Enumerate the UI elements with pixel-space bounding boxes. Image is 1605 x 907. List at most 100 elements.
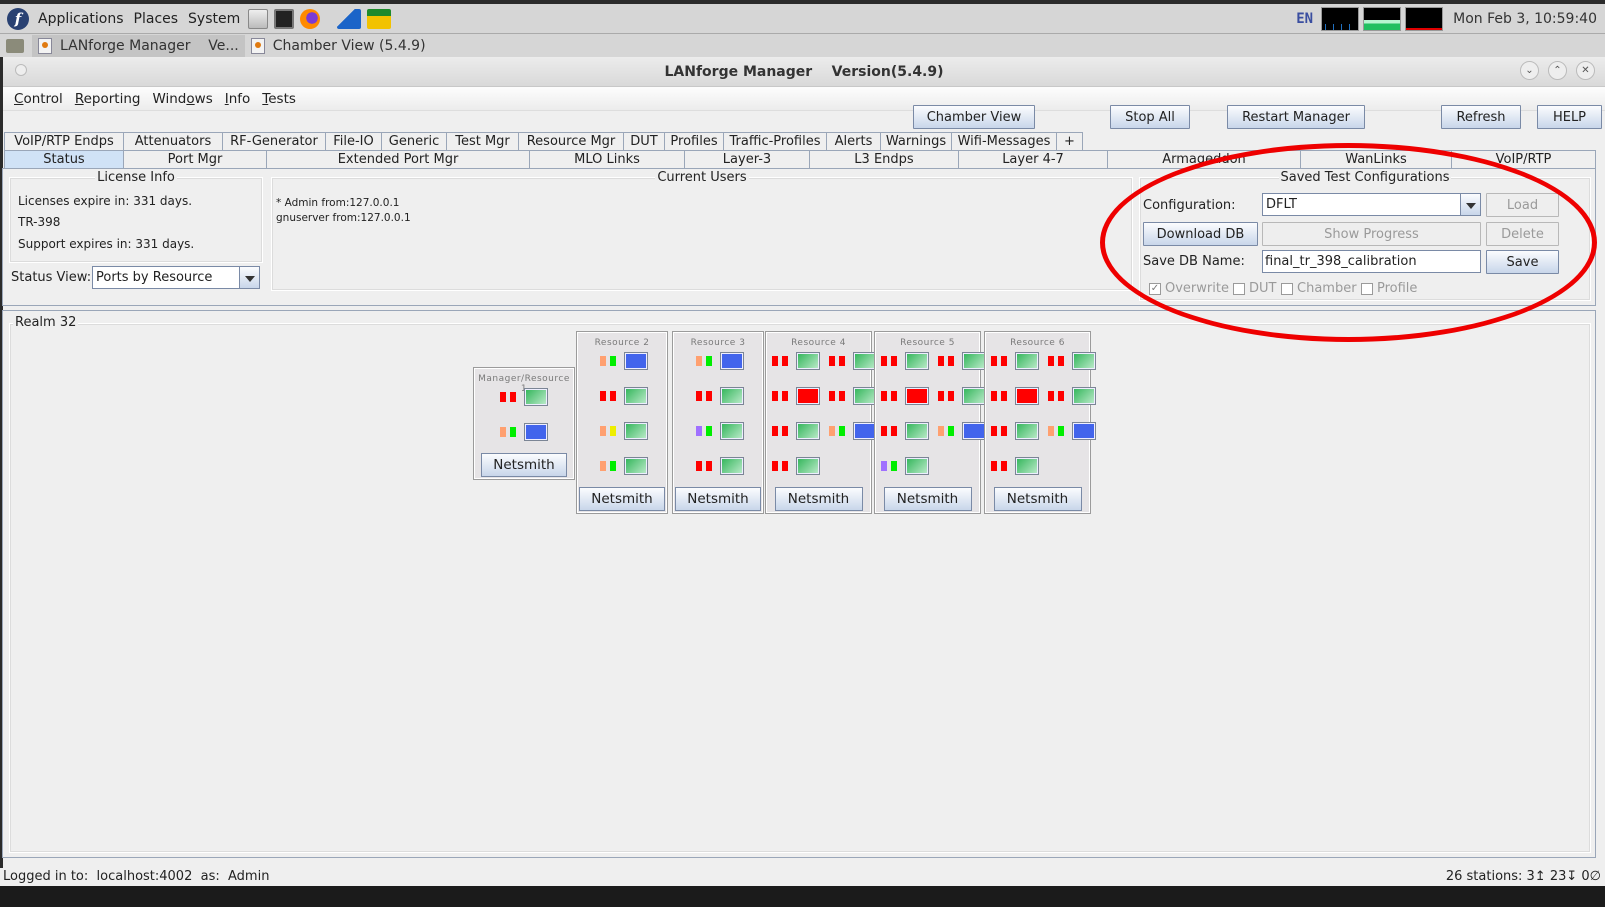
tab-profiles[interactable]: Profiles — [664, 132, 724, 150]
save-button[interactable]: Save — [1486, 250, 1559, 274]
port-icon[interactable] — [624, 457, 648, 475]
tab-l3-endps[interactable]: L3 Endps — [809, 150, 959, 168]
wireshark-icon[interactable] — [337, 8, 362, 29]
tab-mlo-links[interactable]: MLO Links — [529, 150, 685, 168]
tab-rf-generator[interactable]: RF-Generator — [222, 132, 326, 150]
refresh-button[interactable]: Refresh — [1441, 105, 1521, 129]
port-icon[interactable] — [720, 352, 744, 370]
configuration-combo[interactable]: DFLT — [1262, 193, 1481, 216]
tab-wifi-messages[interactable]: Wifi-Messages — [951, 132, 1057, 150]
tab-test-mgr[interactable]: Test Mgr — [446, 132, 519, 150]
tab-status[interactable]: Status — [4, 150, 124, 168]
port-icon[interactable] — [962, 352, 986, 370]
tab-layer-4-7[interactable]: Layer 4-7 — [958, 150, 1108, 168]
resource-box[interactable]: Manager/Resource 1Netsmith — [473, 367, 575, 480]
files-icon[interactable] — [248, 8, 269, 29]
fedora-logo-icon[interactable]: f — [7, 7, 29, 30]
overwrite-checkbox[interactable]: ✓ Overwrite — [1149, 281, 1229, 296]
close-icon[interactable]: ✕ — [1576, 61, 1595, 80]
download-db-button[interactable]: Download DB — [1143, 222, 1258, 246]
panel-menu-places[interactable]: Places — [129, 11, 184, 27]
port-icon[interactable] — [796, 387, 820, 405]
port-icon[interactable] — [524, 388, 548, 406]
menu-reporting[interactable]: Reporting — [69, 91, 147, 107]
task-chamber-view[interactable]: Chamber View (5.4.9) — [245, 35, 432, 57]
restart-manager-button[interactable]: Restart Manager — [1227, 105, 1365, 129]
port-icon[interactable] — [1072, 352, 1096, 370]
port-icon[interactable] — [962, 422, 986, 440]
port-icon[interactable] — [624, 387, 648, 405]
resource-box[interactable]: Resource 3 Netsmith — [672, 331, 764, 514]
panel-menu-system[interactable]: System — [183, 11, 245, 27]
stop-all-button[interactable]: Stop All — [1110, 105, 1190, 129]
task-lanforge-manager[interactable]: LANforge Manager Ve... — [32, 34, 245, 57]
port-icon[interactable] — [905, 422, 929, 440]
port-icon[interactable] — [905, 457, 929, 475]
tab-file-io[interactable]: File-IO — [325, 132, 382, 150]
status-view-combo[interactable]: Ports by Resource — [92, 266, 260, 289]
port-icon[interactable] — [624, 422, 648, 440]
port-icon[interactable] — [962, 387, 986, 405]
tab-traffic-profiles[interactable]: Traffic-Profiles — [723, 132, 827, 150]
port-icon[interactable] — [1015, 422, 1039, 440]
show-desktop-icon[interactable] — [6, 38, 24, 53]
port-icon[interactable] — [905, 387, 929, 405]
help-button[interactable]: HELP — [1537, 105, 1602, 129]
show-progress-button[interactable]: Show Progress — [1262, 222, 1481, 246]
chevron-down-icon[interactable] — [239, 267, 259, 288]
clock[interactable]: Mon Feb 3, 10:59:40 — [1453, 11, 1597, 27]
resource-box[interactable]: Resource 4 Netsmith — [765, 331, 877, 514]
menu-info[interactable]: Info — [219, 91, 257, 107]
tab-resource-mgr[interactable]: Resource Mgr — [518, 132, 624, 150]
delete-button[interactable]: Delete — [1486, 222, 1559, 246]
netsmith-button[interactable]: Netsmith — [579, 487, 665, 511]
port-icon[interactable] — [1015, 352, 1039, 370]
save-db-name-input[interactable]: final_tr_398_calibration — [1262, 250, 1481, 273]
tab-extended-port-mgr[interactable]: Extended Port Mgr — [266, 150, 530, 168]
port-icon[interactable] — [720, 422, 744, 440]
window-menu-icon[interactable] — [15, 64, 27, 76]
resource-box[interactable]: Resource 2 Netsmith — [576, 331, 668, 514]
port-icon[interactable] — [1072, 387, 1096, 405]
port-icon[interactable] — [720, 457, 744, 475]
panel-menu-applications[interactable]: Applications — [33, 11, 129, 27]
chamber-view-button[interactable]: Chamber View — [913, 105, 1035, 129]
tab-port-mgr[interactable]: Port Mgr — [123, 150, 267, 168]
tab-layer-3[interactable]: Layer-3 — [684, 150, 810, 168]
dut-checkbox[interactable]: DUT — [1233, 281, 1276, 296]
port-icon[interactable] — [624, 352, 648, 370]
tab-voip-rtp-endps[interactable]: VoIP/RTP Endps — [4, 132, 124, 150]
netsmith-button[interactable]: Netsmith — [675, 487, 761, 511]
port-icon[interactable] — [720, 387, 744, 405]
resource-box[interactable]: Resource 5 Netsmith — [874, 331, 986, 514]
lanforge-gui-icon[interactable] — [367, 8, 392, 29]
netsmith-button[interactable]: Netsmith — [993, 487, 1082, 511]
title-bar[interactable]: LANforge Manager Version(5.4.9) ⌄ ⌃ ✕ — [3, 57, 1605, 87]
firefox-icon[interactable] — [300, 8, 321, 29]
port-icon[interactable] — [524, 423, 548, 441]
chamber-checkbox[interactable]: Chamber — [1281, 281, 1357, 296]
port-icon[interactable] — [1015, 457, 1039, 475]
keyboard-layout-indicator[interactable]: EN — [1296, 11, 1313, 27]
menu-windows[interactable]: Windows — [146, 91, 218, 107]
tab-dut[interactable]: DUT — [623, 132, 665, 150]
terminal-icon[interactable] — [274, 8, 295, 29]
tab-warnings[interactable]: Warnings — [880, 132, 952, 150]
tab-alerts[interactable]: Alerts — [826, 132, 881, 150]
port-icon[interactable] — [1072, 422, 1096, 440]
tab-armageddon[interactable]: Armageddon — [1107, 150, 1301, 168]
minimize-icon[interactable]: ⌄ — [1520, 61, 1539, 80]
maximize-icon[interactable]: ⌃ — [1548, 61, 1567, 80]
tab-voip-rtp[interactable]: VoIP/RTP — [1451, 150, 1596, 168]
netsmith-button[interactable]: Netsmith — [774, 487, 863, 511]
port-icon[interactable] — [1015, 387, 1039, 405]
netsmith-button[interactable]: Netsmith — [481, 453, 567, 477]
chevron-down-icon[interactable] — [1460, 194, 1480, 215]
tab-wanlinks[interactable]: WanLinks — [1300, 150, 1452, 168]
port-icon[interactable] — [796, 422, 820, 440]
port-icon[interactable] — [796, 457, 820, 475]
tab-attenuators[interactable]: Attenuators — [123, 132, 223, 150]
resource-box[interactable]: Resource 6 Netsmith — [984, 331, 1096, 514]
tab-generic[interactable]: Generic — [381, 132, 447, 150]
port-icon[interactable] — [905, 352, 929, 370]
